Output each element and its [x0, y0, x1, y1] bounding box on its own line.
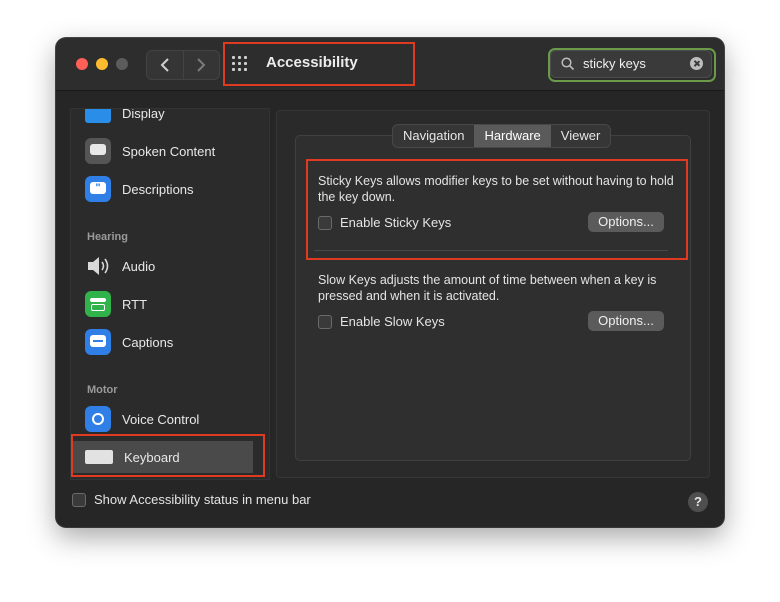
sidebar: Display Spoken Content " Descriptions He… [70, 108, 270, 480]
sidebar-item-captions[interactable]: Captions [85, 326, 255, 358]
show-status-checkbox-row[interactable]: Show Accessibility status in menu bar [72, 492, 311, 507]
enable-slow-keys-checkbox[interactable]: Enable Slow Keys [318, 314, 445, 329]
chevron-left-icon [160, 58, 169, 72]
back-button[interactable] [147, 51, 184, 79]
slow-keys-description: Slow Keys adjusts the amount of time bet… [318, 273, 657, 303]
show-status-label: Show Accessibility status in menu bar [94, 492, 311, 507]
checkbox-box[interactable] [318, 314, 332, 329]
speech-bubble-icon [85, 138, 111, 164]
search-highlight-box [548, 48, 716, 82]
slow-keys-options-button[interactable]: Options... [588, 311, 664, 331]
keyboard-highlight-box [71, 434, 265, 477]
sidebar-item-descriptions[interactable]: " Descriptions [85, 173, 255, 205]
checkbox-label: Enable Slow Keys [340, 314, 445, 329]
voice-control-icon [85, 406, 111, 432]
sticky-keys-highlight-box [306, 159, 688, 260]
sidebar-item-label: Display [122, 108, 165, 121]
title-highlight-box [223, 42, 415, 86]
tab-viewer[interactable]: Viewer [551, 125, 611, 147]
close-button[interactable] [76, 58, 88, 70]
tab-hardware[interactable]: Hardware [474, 125, 551, 147]
speaker-icon [85, 253, 111, 279]
quote-bubble-icon: " [85, 176, 111, 202]
sidebar-item-label: Spoken Content [122, 143, 216, 159]
help-button[interactable]: ? [688, 492, 708, 512]
sidebar-item-voice-control[interactable]: Voice Control [85, 403, 255, 435]
sidebar-item-label: RTT [122, 296, 148, 312]
tab-navigation[interactable]: Navigation [393, 125, 474, 147]
tty-phone-icon [85, 291, 111, 317]
forward-button[interactable] [183, 51, 219, 79]
display-icon [85, 109, 111, 123]
nav-buttons [146, 50, 220, 80]
sidebar-item-label: Descriptions [122, 181, 194, 197]
sidebar-item-display[interactable]: Display [85, 108, 255, 129]
minimize-button[interactable] [96, 58, 108, 70]
show-status-checkbox[interactable] [72, 492, 86, 507]
sidebar-item-label: Captions [122, 334, 174, 350]
chevron-right-icon [197, 58, 206, 72]
sidebar-item-label: Audio [122, 258, 156, 274]
sidebar-item-spoken-content[interactable]: Spoken Content [85, 135, 255, 167]
sidebar-item-rtt[interactable]: RTT [85, 288, 255, 320]
zoom-button[interactable] [116, 58, 128, 70]
section-header-hearing: Hearing [87, 231, 128, 243]
tab-bar: Navigation Hardware Viewer [392, 124, 612, 148]
captions-icon [85, 329, 111, 355]
sidebar-item-audio[interactable]: Audio [85, 250, 255, 282]
sidebar-item-label: Voice Control [122, 411, 200, 427]
section-header-motor: Motor [87, 384, 118, 396]
